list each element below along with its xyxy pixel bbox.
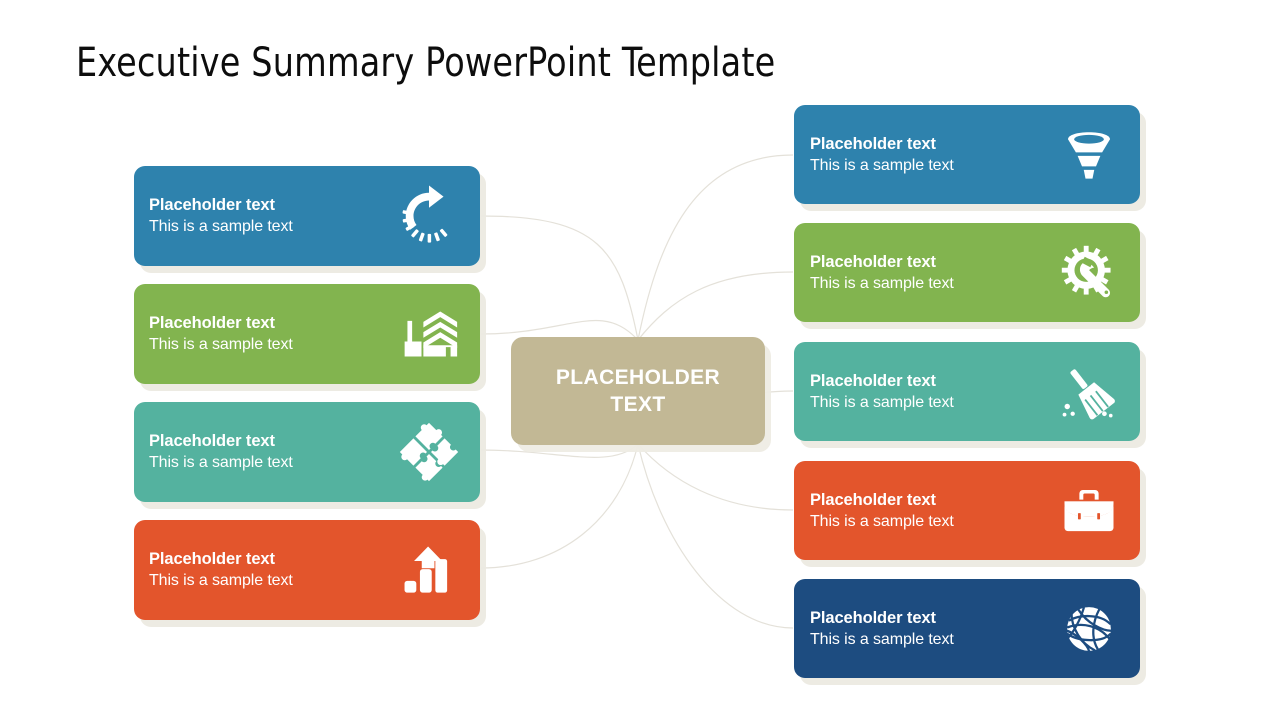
globe-network-icon <box>1052 592 1126 666</box>
right-card-2-title: Placeholder text <box>810 252 936 271</box>
left-card-4-title: Placeholder text <box>149 550 275 569</box>
office-building-icon <box>392 297 466 371</box>
left-card-1-title: Placeholder text <box>149 196 275 215</box>
left-card-2-text: Placeholder text This is a sample text <box>149 312 293 356</box>
right-card-3[interactable]: Placeholder text This is a sample text <box>794 342 1140 441</box>
left-card-4-text: Placeholder text This is a sample text <box>149 548 293 592</box>
left-card-2-subtitle: This is a sample text <box>149 336 293 354</box>
left-card-3-text: Placeholder text This is a sample text <box>149 430 293 474</box>
right-card-2-text: Placeholder text This is a sample text <box>810 251 954 295</box>
center-label-line2: TEXT <box>610 393 666 416</box>
connector-left-3 <box>480 443 639 458</box>
connector-right-1 <box>637 154 794 341</box>
right-card-5-title: Placeholder text <box>810 608 936 627</box>
right-card-4-title: Placeholder text <box>810 490 936 509</box>
connector-left-1 <box>480 215 639 341</box>
slide-canvas: Executive Summary PowerPoint Template Pl… <box>0 0 1280 720</box>
right-card-1[interactable]: Placeholder text This is a sample text <box>794 105 1140 204</box>
right-card-5-text: Placeholder text This is a sample text <box>810 607 954 651</box>
right-card-1-subtitle: This is a sample text <box>810 156 954 174</box>
left-card-3-subtitle: This is a sample text <box>149 454 293 472</box>
page-title: Executive Summary PowerPoint Template <box>76 40 776 86</box>
refresh-circular-arrow-icon <box>392 179 466 253</box>
briefcase-icon <box>1052 474 1126 548</box>
center-placeholder-label: PLACEHOLDER TEXT <box>538 364 738 419</box>
connector-left-4 <box>480 443 639 569</box>
left-card-2-title: Placeholder text <box>149 314 275 333</box>
right-card-4-text: Placeholder text This is a sample text <box>810 489 954 533</box>
right-card-2-subtitle: This is a sample text <box>810 274 954 292</box>
right-card-5-subtitle: This is a sample text <box>810 630 954 648</box>
right-card-1-title: Placeholder text <box>810 134 936 153</box>
puzzle-pieces-icon <box>392 415 466 489</box>
left-card-4[interactable]: Placeholder text This is a sample text <box>134 520 480 620</box>
connector-right-2 <box>637 271 794 341</box>
right-card-3-title: Placeholder text <box>810 371 936 390</box>
broom-icon <box>1052 355 1126 429</box>
right-card-4-subtitle: This is a sample text <box>810 512 954 530</box>
left-card-4-subtitle: This is a sample text <box>149 572 293 590</box>
left-card-1[interactable]: Placeholder text This is a sample text <box>134 166 480 266</box>
funnel-icon <box>1052 118 1126 192</box>
right-card-3-subtitle: This is a sample text <box>810 393 954 411</box>
connector-right-4 <box>637 443 794 511</box>
gear-wrench-icon <box>1052 236 1126 310</box>
connector-right-5 <box>637 443 794 629</box>
right-card-1-text: Placeholder text This is a sample text <box>810 133 954 177</box>
left-card-1-text: Placeholder text This is a sample text <box>149 194 293 238</box>
left-card-1-subtitle: This is a sample text <box>149 218 293 236</box>
center-label-line1: PLACEHOLDER <box>555 365 721 389</box>
left-card-2[interactable]: Placeholder text This is a sample text <box>134 284 480 384</box>
center-placeholder-box[interactable]: PLACEHOLDER TEXT <box>511 337 765 445</box>
growth-bar-chart-arrow-icon <box>392 533 466 607</box>
left-card-3-title: Placeholder text <box>149 432 275 451</box>
right-card-2[interactable]: Placeholder text This is a sample text <box>794 223 1140 322</box>
right-card-4[interactable]: Placeholder text This is a sample text <box>794 461 1140 560</box>
right-card-5[interactable]: Placeholder text This is a sample text <box>794 579 1140 678</box>
left-card-3[interactable]: Placeholder text This is a sample text <box>134 402 480 502</box>
right-card-3-text: Placeholder text This is a sample text <box>810 370 954 414</box>
